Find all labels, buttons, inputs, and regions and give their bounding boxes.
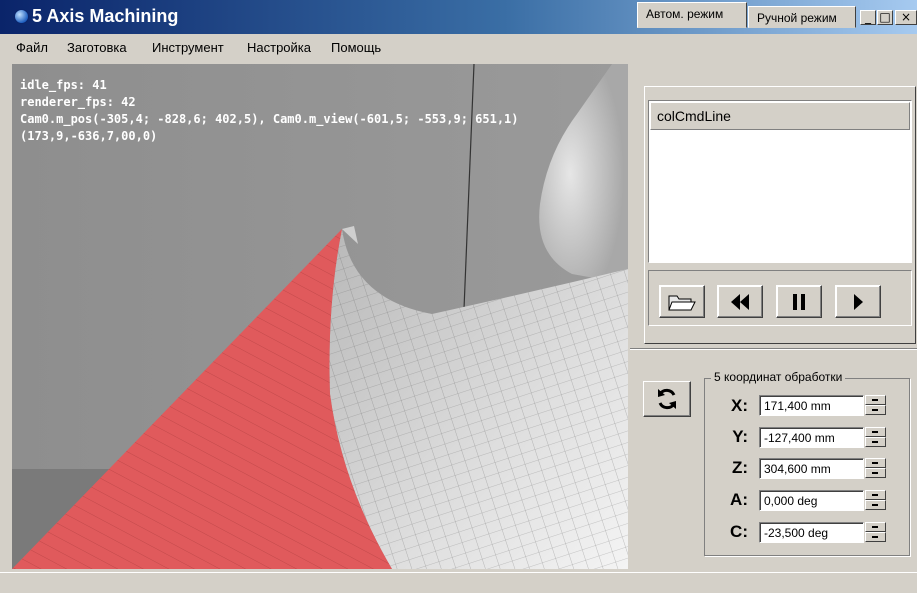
open-file-button[interactable] — [659, 285, 705, 318]
a-axis-label: A: — [730, 490, 748, 509]
pause-icon — [793, 293, 805, 310]
menu-workpiece[interactable]: Заготовка — [67, 40, 127, 55]
z-coordinate-field[interactable]: 304,600 mm — [759, 458, 864, 479]
menu-file[interactable]: Файл — [16, 40, 48, 55]
c-axis-label: C: — [730, 522, 748, 541]
folder-open-icon — [668, 295, 696, 310]
play-button[interactable] — [835, 285, 881, 318]
menu-tool[interactable]: Инструмент — [152, 40, 224, 55]
c-coordinate-field[interactable]: -23,500 deg — [759, 522, 864, 543]
section-divider — [630, 348, 917, 350]
pause-button[interactable] — [776, 285, 822, 318]
a-spinner[interactable] — [865, 490, 886, 511]
y-coordinate-field[interactable]: -127,400 mm — [759, 427, 864, 448]
y-axis-label: Y: — [732, 427, 748, 446]
z-axis-label: Z: — [731, 458, 748, 477]
a-coordinate-field[interactable]: 0,000 deg — [759, 490, 864, 511]
tab-auto-mode[interactable]: Автом. режим — [637, 2, 747, 28]
x-spinner[interactable] — [865, 395, 886, 416]
3d-viewport[interactable]: idle_fps: 41 renderer_fps: 42 Cam0.m_pos… — [12, 64, 628, 569]
x-axis-label: X: — [731, 396, 748, 415]
refresh-coordinates-button[interactable] — [643, 381, 691, 417]
command-list-header[interactable]: colCmdLine — [650, 102, 910, 130]
app-icon[interactable] — [14, 9, 29, 24]
status-bar — [0, 572, 917, 593]
tab-manual-mode[interactable]: Ручной режим — [748, 6, 856, 28]
cursor-readout: (173,9,-636,7,00,0) — [20, 129, 158, 143]
play-icon — [854, 293, 863, 310]
menu-help[interactable]: Помощь — [331, 40, 381, 55]
camera-readout: Cam0.m_pos(-305,4; -828,6; 402,5), Cam0.… — [20, 112, 519, 126]
menu-settings[interactable]: Настройка — [247, 40, 311, 55]
minimize-button[interactable]: _ — [860, 10, 876, 25]
fps-readout: idle_fps: 41 — [20, 78, 107, 92]
z-spinner[interactable] — [865, 458, 886, 479]
rewind-icon — [731, 293, 749, 310]
command-list[interactable]: colCmdLine — [648, 100, 912, 263]
refresh-icon — [658, 388, 676, 410]
y-spinner[interactable] — [865, 427, 886, 448]
c-spinner[interactable] — [865, 522, 886, 543]
window-title: 5 Axis Machining — [32, 6, 179, 26]
menu-bar: Файл Заготовка Инструмент Настройка Помо… — [0, 34, 917, 60]
close-button[interactable]: × — [895, 10, 917, 25]
renderer-fps-readout: renderer_fps: 42 — [20, 95, 136, 109]
coordinates-group-title: 5 координат обработки — [711, 370, 846, 384]
maximize-button[interactable]: □ — [877, 10, 893, 25]
x-coordinate-field[interactable]: 171,400 mm — [759, 395, 864, 416]
rewind-button[interactable] — [717, 285, 763, 318]
